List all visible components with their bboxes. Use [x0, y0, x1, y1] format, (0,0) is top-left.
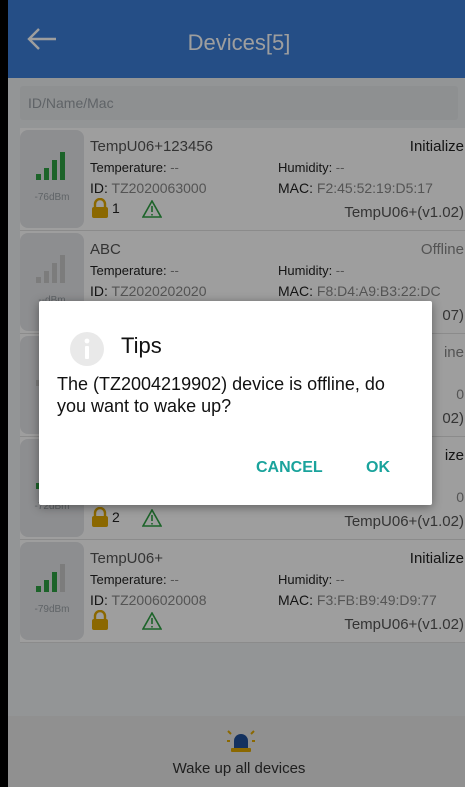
ok-button[interactable]: OK [366, 459, 390, 477]
info-icon [70, 332, 104, 366]
cancel-button[interactable]: CANCEL [256, 459, 323, 477]
wake-up-dialog: Tips The (TZ2004219902) device is offlin… [39, 301, 432, 505]
dialog-title: Tips [121, 333, 162, 358]
dialog-message: The (TZ2004219902) device is offline, do… [57, 374, 385, 416]
